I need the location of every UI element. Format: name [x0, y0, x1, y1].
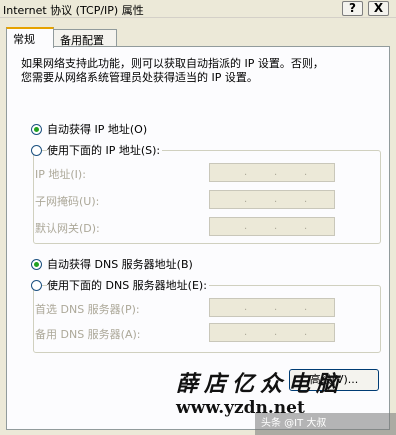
dns-auto-label: 自动获得 DNS 服务器地址(B): [47, 258, 193, 271]
ip-auto-radio[interactable]: [31, 123, 42, 135]
alternate-dns-label: 备用 DNS 服务器(A):: [35, 328, 141, 341]
watermark-badge: 头条 @IT 大叔: [255, 413, 396, 435]
subnet-mask-field[interactable]: ...: [209, 190, 335, 209]
ip-address-label: IP 地址(I):: [35, 168, 86, 181]
dns-manual-radio[interactable]: [31, 279, 42, 291]
alternate-dns-field[interactable]: ...: [209, 323, 335, 342]
preferred-dns-field[interactable]: ...: [209, 298, 335, 317]
tab-alternate-config[interactable]: 备用配置: [53, 29, 117, 47]
watermark-brand: 薛店亿众电脑: [176, 371, 345, 397]
watermark: 薛店亿众电脑 www.yzdn.net: [176, 366, 396, 418]
ip-address-field[interactable]: ...: [209, 163, 335, 182]
ip-manual-radio[interactable]: [31, 144, 42, 156]
dns-manual-option[interactable]: 使用下面的 DNS 服务器地址(E):: [31, 277, 209, 293]
default-gateway-label: 默认网关(D):: [35, 222, 100, 235]
default-gateway-field[interactable]: ...: [209, 217, 335, 236]
description-line-1: 如果网络支持此功能，则可以获取自动指派的 IP 设置。否则，: [21, 57, 324, 70]
ip-manual-option[interactable]: 使用下面的 IP 地址(S):: [31, 142, 163, 158]
title-bar: Internet 协议 (TCP/IP) 属性 ? X: [0, 0, 396, 18]
ip-manual-label: 使用下面的 IP 地址(S):: [47, 142, 163, 158]
dns-manual-group: [33, 285, 381, 353]
dns-auto-radio[interactable]: [31, 258, 42, 270]
window-title: Internet 协议 (TCP/IP) 属性: [3, 4, 144, 17]
help-button[interactable]: ?: [342, 1, 363, 16]
preferred-dns-label: 首选 DNS 服务器(P):: [35, 303, 140, 316]
description: 如果网络支持此功能，则可以获取自动指派的 IP 设置。否则， 您需要从网络系统管…: [21, 57, 381, 85]
ip-auto-option[interactable]: 自动获得 IP 地址(O): [31, 121, 147, 137]
dns-manual-label: 使用下面的 DNS 服务器地址(E):: [47, 277, 209, 293]
description-line-2: 您需要从网络系统管理员处获得适当的 IP 设置。: [21, 71, 258, 84]
tab-general[interactable]: 常规: [6, 27, 54, 48]
ip-auto-label: 自动获得 IP 地址(O): [47, 123, 148, 136]
dns-auto-option[interactable]: 自动获得 DNS 服务器地址(B): [31, 256, 193, 272]
close-button[interactable]: X: [368, 1, 389, 16]
subnet-mask-label: 子网掩码(U):: [35, 195, 100, 208]
